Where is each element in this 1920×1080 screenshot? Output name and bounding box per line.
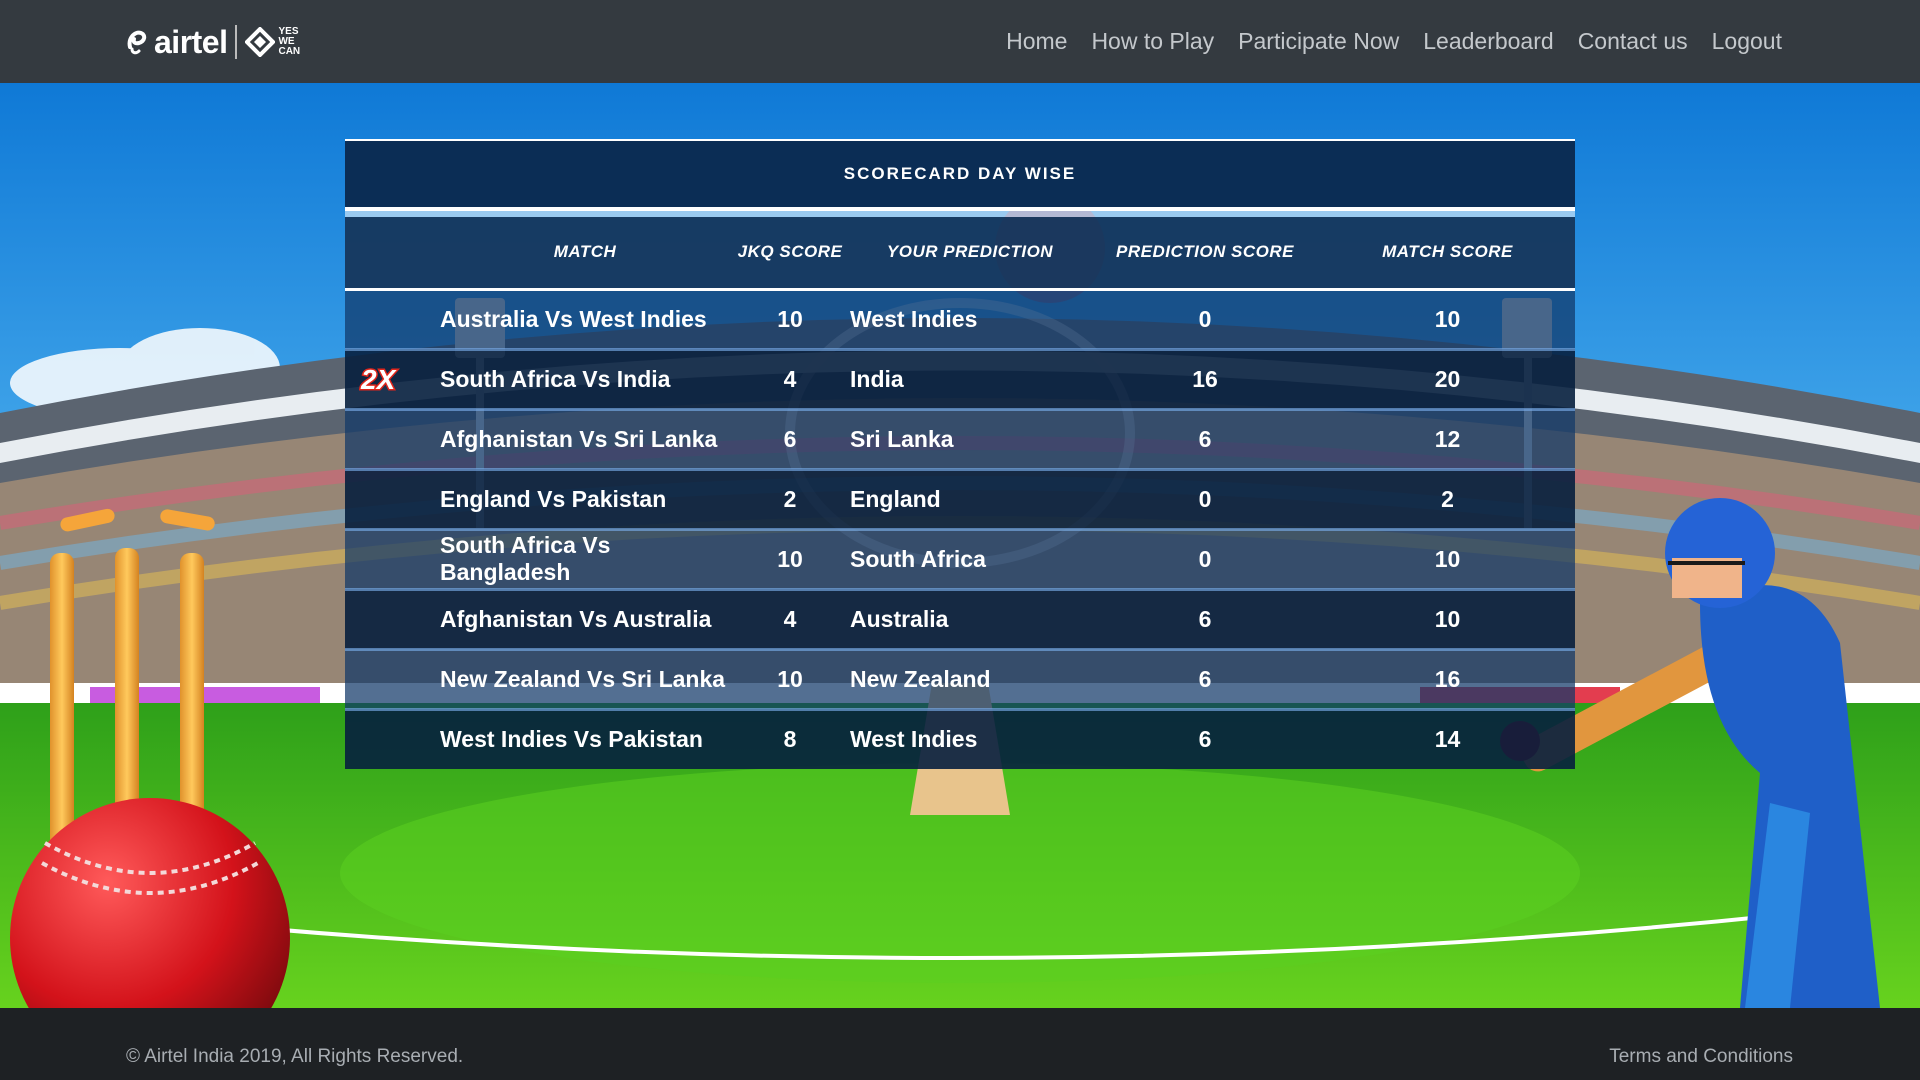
header-prediction-score: PREDICTION SCORE <box>1115 242 1295 262</box>
nav-logout[interactable]: Logout <box>1712 28 1782 55</box>
brand-logo[interactable]: airtel YES WE CAN <box>126 22 304 62</box>
copyright-text: © Airtel India 2019, All Rights Reserved… <box>126 1046 464 1067</box>
prediction-cell: West Indies <box>850 305 978 332</box>
main-nav: Home How to Play Participate Now Leaderb… <box>982 0 1782 83</box>
brand-name: airtel <box>154 23 228 60</box>
match-score-cell: 10 <box>1434 605 1461 632</box>
prediction-cell: South Africa <box>850 545 986 572</box>
nav-how-to-play[interactable]: How to Play <box>1091 28 1214 55</box>
jkq-score-cell: 4 <box>783 605 797 632</box>
prediction-score-cell: 0 <box>1198 545 1212 572</box>
nav-contact-us[interactable]: Contact us <box>1578 28 1688 55</box>
match-cell: England Vs Pakistan <box>440 485 667 512</box>
nav-leaderboard[interactable]: Leaderboard <box>1423 28 1553 55</box>
brand-tagline: YES WE CAN <box>278 27 304 57</box>
nav-participate-now[interactable]: Participate Now <box>1238 28 1399 55</box>
match-cell: New Zealand Vs Sri Lanka <box>440 665 726 692</box>
jkq-score-cell: 4 <box>783 365 797 392</box>
prediction-score-cell: 6 <box>1198 726 1212 753</box>
double-points-2x-icon: 2X <box>359 364 399 394</box>
match-cell: South Africa Vs Bangladesh <box>440 532 611 585</box>
row-badge-cell <box>345 289 440 349</box>
prediction-score-cell: 6 <box>1198 425 1212 452</box>
prediction-score-cell: 16 <box>1192 365 1218 392</box>
table-row: England Vs Pakistan 2 England 0 2 <box>345 469 1575 529</box>
header-your-prediction: YOUR PREDICTION <box>886 242 1054 262</box>
match-score-cell: 16 <box>1434 665 1461 692</box>
row-badge-cell <box>345 409 440 469</box>
scorecard-panel: SCORECARD DAY WISE MATCH JKQ SCORE YOUR … <box>345 139 1575 769</box>
row-badge-cell <box>345 649 440 709</box>
match-score-cell: 20 <box>1434 365 1461 392</box>
table-row: South Africa Vs Bangladesh 10 South Afri… <box>345 529 1575 589</box>
match-cell: Afghanistan Vs Australia <box>440 605 712 632</box>
tagline-line: CAN <box>278 46 301 57</box>
prediction-cell: Sri Lanka <box>850 425 954 452</box>
prediction-score-cell: 6 <box>1198 665 1212 692</box>
scorecard-title: SCORECARD DAY WISE <box>345 139 1575 211</box>
table-row: 2X South Africa Vs India 4 India 16 20 <box>345 349 1575 409</box>
match-score-cell: 12 <box>1434 425 1461 452</box>
row-badge-cell <box>345 469 440 529</box>
match-score-cell: 10 <box>1434 545 1461 572</box>
scorecard-table: MATCH JKQ SCORE YOUR PREDICTION PREDICTI… <box>345 217 1575 769</box>
table-row: Afghanistan Vs Australia 4 Australia 6 1… <box>345 589 1575 649</box>
table-header-row: MATCH JKQ SCORE YOUR PREDICTION PREDICTI… <box>345 217 1575 289</box>
header-match-score: MATCH SCORE <box>1382 242 1513 262</box>
yes-we-can-badge-icon <box>245 27 276 57</box>
match-score-cell: 14 <box>1434 726 1461 753</box>
prediction-score-cell: 0 <box>1198 485 1212 512</box>
match-score-cell: 10 <box>1434 305 1461 332</box>
prediction-score-cell: 0 <box>1198 305 1212 332</box>
nav-home[interactable]: Home <box>1006 28 1067 55</box>
header-match: MATCH <box>553 242 617 262</box>
table-row: New Zealand Vs Sri Lanka 10 New Zealand … <box>345 649 1575 709</box>
jkq-score-cell: 10 <box>777 545 803 572</box>
match-cell: Afghanistan Vs Sri Lanka <box>440 425 718 452</box>
header-jkq-score: JKQ SCORE <box>737 242 843 262</box>
prediction-cell: Australia <box>850 605 949 632</box>
prediction-score-cell: 6 <box>1198 605 1212 632</box>
prediction-cell: England <box>850 485 941 512</box>
badge-2x-text: 2X <box>360 364 398 394</box>
jkq-score-cell: 6 <box>783 425 797 452</box>
row-badge-cell <box>345 529 440 589</box>
table-row: Australia Vs West Indies 10 West Indies … <box>345 289 1575 349</box>
prediction-cell: India <box>850 365 904 392</box>
match-cell: Australia Vs West Indies <box>440 305 707 332</box>
prediction-cell: West Indies <box>850 726 978 753</box>
jkq-score-cell: 8 <box>783 726 797 753</box>
match-cell: South Africa Vs India <box>440 365 671 392</box>
jkq-score-cell: 10 <box>777 305 803 332</box>
table-row: Afghanistan Vs Sri Lanka 6 Sri Lanka 6 1… <box>345 409 1575 469</box>
table-row: West Indies Vs Pakistan 8 West Indies 6 … <box>345 709 1575 769</box>
terms-link[interactable]: Terms and Conditions <box>1609 1046 1793 1068</box>
top-navbar: airtel YES WE CAN Home How to Play Parti… <box>0 0 1920 83</box>
row-badge-cell: 2X <box>345 349 440 409</box>
match-cell: West Indies Vs Pakistan <box>440 726 703 753</box>
jkq-score-cell: 2 <box>783 485 797 512</box>
row-badge-cell <box>345 709 440 769</box>
row-badge-cell <box>345 589 440 649</box>
airtel-swirl-icon <box>127 30 147 55</box>
prediction-cell: New Zealand <box>850 665 991 692</box>
jkq-score-cell: 10 <box>777 665 803 692</box>
match-score-cell: 2 <box>1441 485 1454 512</box>
page-footer: © Airtel India 2019, All Rights Reserved… <box>0 1008 1920 1080</box>
brand-separator <box>235 25 238 59</box>
header-badge <box>345 217 440 289</box>
